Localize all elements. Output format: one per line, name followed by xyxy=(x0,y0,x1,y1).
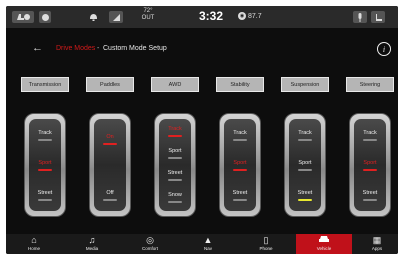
option-off[interactable]: Off xyxy=(94,185,126,205)
suspension-selector[interactable]: Track Sport Street xyxy=(284,113,326,217)
outside-temp: 72° OUT xyxy=(141,8,155,21)
option-sport[interactable]: Sport xyxy=(354,155,386,175)
info-icon[interactable]: i xyxy=(377,42,391,56)
nav-home[interactable]: ⌂ Home xyxy=(10,234,58,254)
navigation-arrow-icon: ▲ xyxy=(203,235,213,245)
nav-media[interactable]: ♫ Media xyxy=(68,234,116,254)
microphone-icon[interactable] xyxy=(353,11,367,23)
clock: 3:32 xyxy=(199,9,224,23)
nav-comfort[interactable]: ◎ Comfort xyxy=(126,234,174,254)
stability-selector[interactable]: Track Sport Street xyxy=(219,113,261,217)
nav-apps[interactable]: ▦ Apps xyxy=(356,234,398,254)
stop-icon[interactable] xyxy=(39,11,51,23)
transmission-selector[interactable]: Track Sport Street xyxy=(24,113,66,217)
selector-track: Track Sport Street xyxy=(224,119,256,211)
music-note-icon: ♫ xyxy=(88,235,96,245)
option-track[interactable]: Track xyxy=(354,125,386,145)
nav-nav[interactable]: ▲ Nav xyxy=(184,234,232,254)
nav-phone[interactable]: ▯ Phone xyxy=(242,234,290,254)
option-snow[interactable]: Snow xyxy=(159,187,191,207)
steering-selector[interactable]: Track Sport Street xyxy=(349,113,391,217)
selector-track: Track Sport Street Snow xyxy=(159,119,191,211)
option-sport[interactable]: Sport xyxy=(159,143,191,163)
option-street[interactable]: Street xyxy=(224,185,256,205)
category-suspension[interactable]: Suspension xyxy=(281,77,329,92)
option-street[interactable]: Street xyxy=(289,185,321,205)
screen: 72° OUT 3:32 ◉ 87.7 ← Drive Modes - Cust… xyxy=(6,6,398,254)
radio-station[interactable]: ◉ 87.7 xyxy=(238,12,262,20)
seat-heat-icon[interactable] xyxy=(12,11,34,23)
option-track[interactable]: Track xyxy=(289,125,321,145)
bottom-nav: ⌂ Home ♫ Media ◎ Comfort ▲ Nav ▯ Phone V… xyxy=(6,234,398,254)
back-arrow-icon[interactable]: ← xyxy=(32,42,43,54)
category-steering[interactable]: Steering xyxy=(346,77,394,92)
selector-track: Track Sport Street xyxy=(354,119,386,211)
breadcrumb-drive-modes[interactable]: Drive Modes xyxy=(56,45,95,52)
home-icon: ⌂ xyxy=(31,235,37,245)
radio-icon: ◉ xyxy=(238,12,246,20)
seat-icon[interactable] xyxy=(371,11,385,23)
header: ← Drive Modes - Custom Mode Setup i xyxy=(6,42,398,58)
option-street[interactable]: Street xyxy=(159,165,191,185)
status-bar: 72° OUT 3:32 ◉ 87.7 xyxy=(6,6,398,28)
option-street[interactable]: Street xyxy=(354,185,386,205)
category-stability[interactable]: Stability xyxy=(216,77,264,92)
option-track[interactable]: Track xyxy=(29,125,61,145)
phone-icon: ▯ xyxy=(263,235,269,245)
climate-icon: ◎ xyxy=(146,235,154,245)
selector-track: On Off xyxy=(94,119,126,211)
bell-icon[interactable] xyxy=(86,11,100,23)
option-sport[interactable]: Sport xyxy=(29,155,61,175)
category-transmission[interactable]: Transmission xyxy=(21,77,69,92)
signal-icon xyxy=(109,11,123,23)
selector-track: Track Sport Street xyxy=(29,119,61,211)
option-track[interactable]: Track xyxy=(159,121,191,141)
option-on[interactable]: On xyxy=(94,129,126,149)
paddles-selector[interactable]: On Off xyxy=(89,113,131,217)
breadcrumb-separator: - xyxy=(97,45,100,52)
selector-track: Track Sport Street xyxy=(289,119,321,211)
page-title: Custom Mode Setup xyxy=(103,45,167,52)
option-track[interactable]: Track xyxy=(224,125,256,145)
awd-selector[interactable]: Track Sport Street Snow xyxy=(154,113,196,217)
category-awd[interactable]: AWD xyxy=(151,77,199,92)
option-sport[interactable]: Sport xyxy=(289,155,321,175)
category-paddles[interactable]: Paddles xyxy=(86,77,134,92)
grid-icon: ▦ xyxy=(372,235,382,245)
option-street[interactable]: Street xyxy=(29,185,61,205)
nav-vehicle[interactable]: Vehicle xyxy=(296,234,352,254)
car-icon xyxy=(318,234,330,246)
option-sport[interactable]: Sport xyxy=(224,155,256,175)
